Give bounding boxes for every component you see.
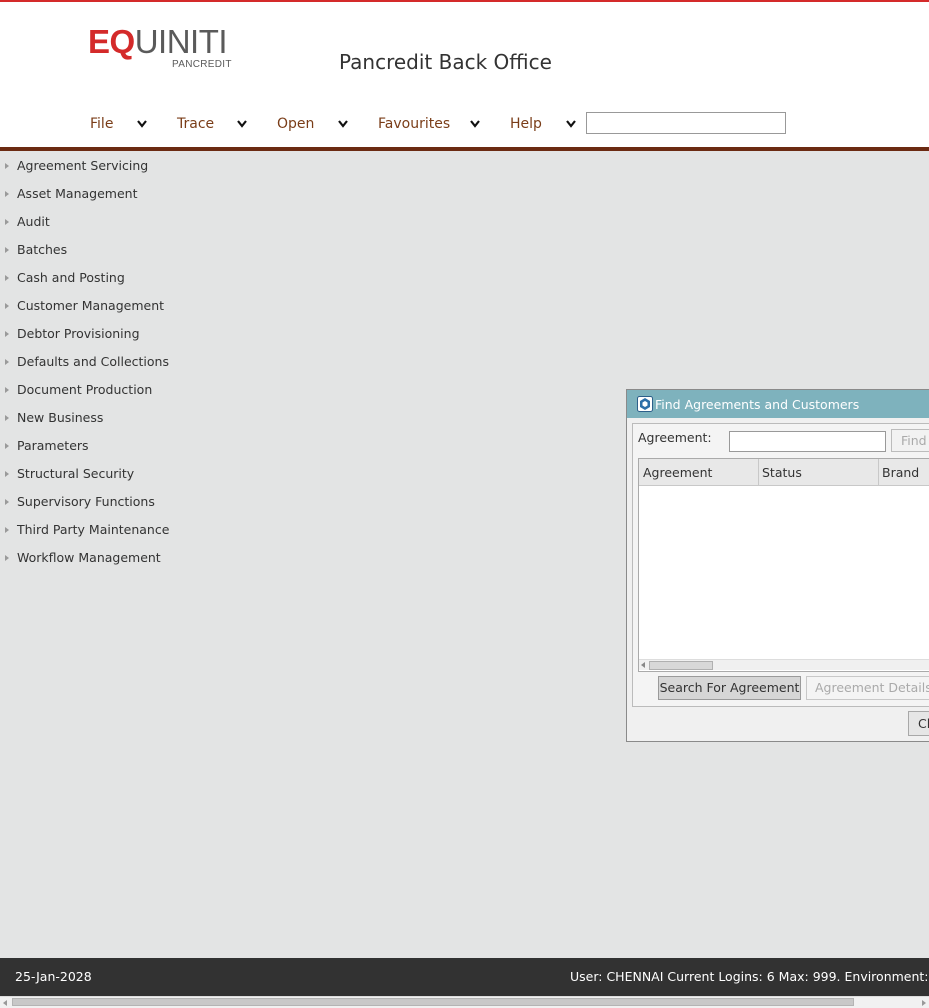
menu-open[interactable]: Open [277, 116, 314, 132]
status-user-info: User: CHENNAI Current Logins: 6 Max: 999… [570, 969, 929, 984]
find-agreements-dialog: Find Agreements and Customers Agreement:… [626, 389, 929, 742]
agreement-details-button[interactable]: Agreement Details [806, 676, 929, 700]
expand-arrow-icon[interactable] [5, 191, 9, 197]
scroll-right-arrow-icon[interactable] [922, 1000, 926, 1006]
column-header-status[interactable]: Status [762, 465, 802, 480]
column-divider[interactable] [758, 459, 759, 485]
column-header-brand[interactable]: Brand [882, 465, 919, 480]
expand-arrow-icon[interactable] [5, 443, 9, 449]
expand-arrow-icon[interactable] [5, 163, 9, 169]
expand-arrow-icon[interactable] [5, 527, 9, 533]
scrollbar-thumb[interactable] [649, 661, 713, 670]
agreement-input[interactable] [729, 431, 886, 452]
expand-arrow-icon[interactable] [5, 219, 9, 225]
expand-arrow-icon[interactable] [5, 275, 9, 281]
expand-arrow-icon[interactable] [5, 303, 9, 309]
expand-arrow-icon[interactable] [5, 415, 9, 421]
scroll-left-arrow-icon[interactable] [3, 1000, 7, 1006]
chevron-down-icon[interactable] [566, 120, 576, 128]
page-horizontal-scrollbar[interactable] [0, 996, 929, 1008]
close-button[interactable]: Close [908, 711, 929, 736]
expand-arrow-icon[interactable] [5, 555, 9, 561]
column-header-agreement[interactable]: Agreement [643, 465, 712, 480]
equiniti-logo: EQUINITI PANCREDIT [88, 23, 232, 70]
results-grid[interactable]: Agreement Status Brand [638, 458, 929, 672]
chevron-down-icon[interactable] [338, 120, 348, 128]
expand-arrow-icon[interactable] [5, 387, 9, 393]
grid-header: Agreement Status Brand [639, 459, 929, 486]
expand-arrow-icon[interactable] [5, 331, 9, 337]
menu-trace[interactable]: Trace [177, 116, 214, 132]
scroll-left-arrow-icon[interactable] [641, 662, 645, 668]
chevron-down-icon[interactable] [237, 120, 247, 128]
app-title: Pancredit Back Office [339, 50, 552, 74]
logo-subtitle: PANCREDIT [172, 59, 232, 70]
find-button[interactable]: Find [891, 429, 929, 452]
menu-bar: File Trace Open Favourites Help [0, 110, 929, 140]
expand-arrow-icon[interactable] [5, 359, 9, 365]
search-for-agreement-button[interactable]: Search For Agreement [658, 676, 801, 700]
expand-arrow-icon[interactable] [5, 471, 9, 477]
scrollbar-thumb[interactable] [12, 998, 854, 1006]
expand-arrow-icon[interactable] [5, 499, 9, 505]
chevron-down-icon[interactable] [137, 120, 147, 128]
dialog-title-bar[interactable]: Find Agreements and Customers [627, 390, 929, 418]
column-divider[interactable] [878, 459, 879, 485]
menu-help[interactable]: Help [510, 116, 542, 132]
dialog-title: Find Agreements and Customers [655, 397, 860, 412]
menu-search-input[interactable] [586, 112, 786, 134]
agreement-label: Agreement: [638, 430, 712, 445]
app-window-icon [637, 396, 653, 412]
grid-horizontal-scrollbar[interactable] [639, 659, 929, 670]
expand-arrow-icon[interactable] [5, 247, 9, 253]
menu-favourites[interactable]: Favourites [378, 116, 450, 132]
menu-file[interactable]: File [90, 116, 113, 132]
status-bar: 25-Jan-2028 User: CHENNAI Current Logins… [0, 958, 929, 996]
status-date: 25-Jan-2028 [15, 969, 92, 984]
chevron-down-icon[interactable] [470, 120, 480, 128]
